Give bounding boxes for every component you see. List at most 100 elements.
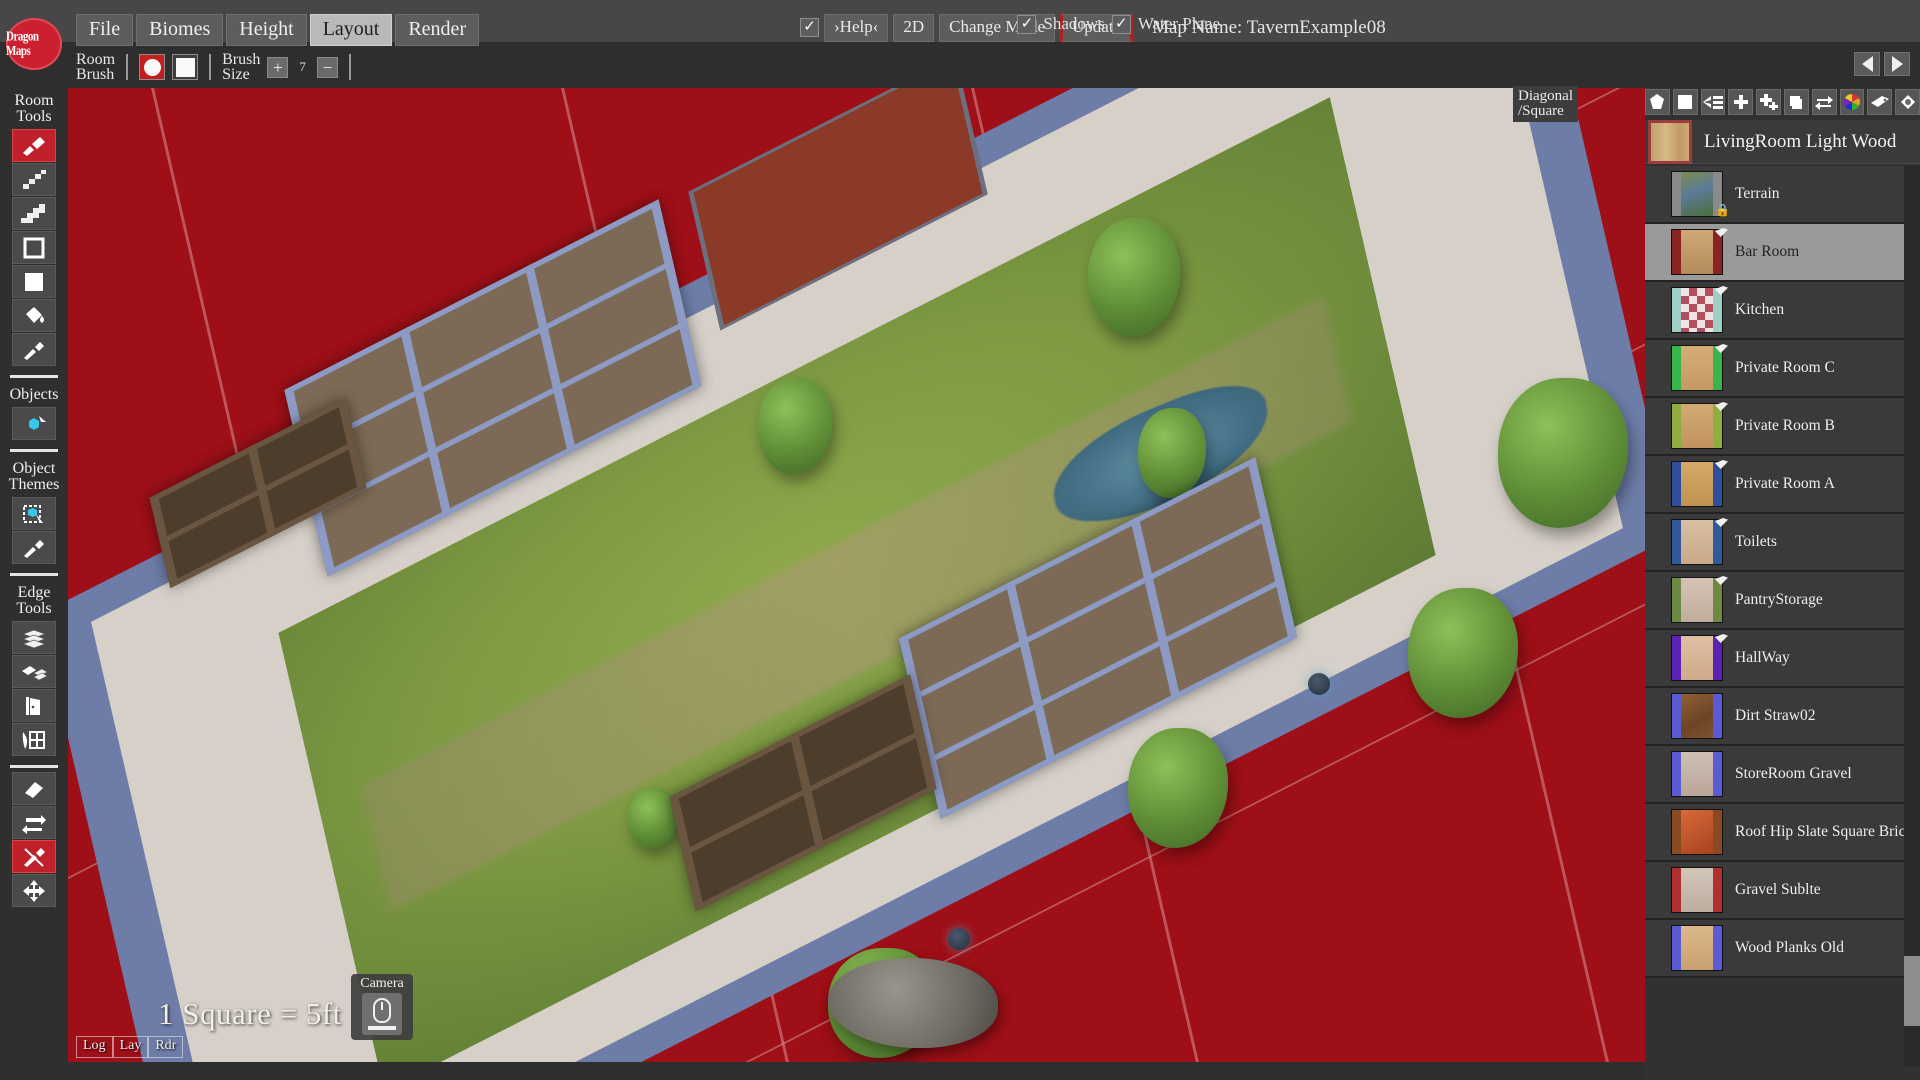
room-list-scrollbar[interactable] — [1904, 166, 1920, 1066]
object-themes-heading: Object Themes — [0, 456, 68, 497]
room-list-item[interactable]: Roof Hip Slate Square Brick — [1645, 804, 1920, 862]
back-to-list-icon[interactable] — [1700, 89, 1726, 115]
room-edge-color-left — [1672, 752, 1681, 796]
pan-move-tool[interactable] — [12, 874, 56, 907]
room-rect-outline-tool[interactable] — [12, 231, 56, 264]
room-list-item[interactable]: Terrain 🔒 — [1645, 166, 1920, 224]
add-copy-icon[interactable] — [1756, 89, 1781, 115]
room-edge-color-left — [1672, 810, 1681, 854]
brush-size-decrease-button[interactable]: − — [316, 56, 338, 78]
room-list-item[interactable]: Private Room B — [1645, 398, 1920, 456]
room-list[interactable]: Terrain 🔒 Bar Room Kitchen Private Room C Pri… — [1645, 166, 1920, 1066]
shadows-checkbox[interactable]: ✓ — [1017, 14, 1037, 34]
room-list-item[interactable]: Dirt Straw02 — [1645, 688, 1920, 746]
room-list-item[interactable]: Private Room A — [1645, 456, 1920, 514]
tab-log[interactable]: Log — [76, 1036, 113, 1058]
help-button[interactable]: ›Help‹ — [824, 14, 889, 42]
nav-next-button[interactable] — [1884, 52, 1910, 76]
object-theme-eyedropper-tool[interactable] — [12, 531, 56, 564]
room-thumbnail — [1671, 403, 1723, 449]
edge-swap-tool[interactable] — [12, 806, 56, 839]
edge-eraser-tool[interactable] — [12, 772, 56, 805]
room-edge-color-left — [1672, 346, 1681, 390]
room-name-label: Private Room B — [1735, 417, 1835, 434]
room-rect-fill-tool[interactable] — [12, 265, 56, 298]
edge-paint-tool[interactable] — [12, 655, 56, 688]
room-eyedropper-tool[interactable] — [12, 333, 56, 366]
room-texture-swatch — [1681, 752, 1713, 796]
brush-size-increase-button[interactable]: + — [267, 56, 289, 78]
room-edge-color-left — [1672, 172, 1681, 216]
menu-tab-biomes[interactable]: Biomes — [136, 14, 224, 46]
brush-size-label-line1: Brush — [222, 51, 261, 68]
selected-room-header[interactable]: LivingRoom Light Wood — [1645, 119, 1920, 164]
swap-icon[interactable] — [1811, 89, 1837, 115]
brush-shape-round-button[interactable] — [139, 54, 166, 80]
room-name-label: StoreRoom Gravel — [1735, 765, 1852, 782]
room-texture-swatch — [1681, 636, 1713, 680]
room-list-item[interactable]: PantryStorage — [1645, 572, 1920, 630]
selected-room-thumbnail — [1648, 119, 1692, 164]
room-texture-swatch — [1681, 868, 1713, 912]
lock-icon: 🔒 — [1715, 203, 1730, 217]
logo-label: Dragon Maps — [6, 29, 39, 59]
shape-square-icon[interactable] — [1672, 89, 1698, 115]
help-checkbox[interactable]: ✓ — [800, 18, 819, 38]
rail-divider — [10, 449, 58, 452]
map-viewport-3d[interactable]: 1 Square = 5ft Log Lay Rdr Camera — [68, 88, 1645, 1062]
menu-tab-layout[interactable]: Layout — [309, 14, 393, 46]
diagonal-square-toggle[interactable]: Diagonal /Square — [1513, 86, 1578, 122]
building-main-tavern — [898, 456, 1298, 820]
room-list-item[interactable]: StoreRoom Gravel — [1645, 746, 1920, 804]
room-bucket-fill-tool[interactable] — [12, 299, 56, 332]
brush-shape-square-button[interactable] — [172, 54, 199, 80]
room-list-scroll-thumb[interactable] — [1904, 956, 1920, 1026]
camera-control-widget[interactable]: Camera — [351, 974, 413, 1040]
viewport-bottom-tabs: Log Lay Rdr — [76, 1036, 184, 1058]
nav-prev-button[interactable] — [1854, 52, 1880, 76]
shape-diagonal-icon[interactable] — [1645, 89, 1670, 115]
room-list-item[interactable]: Wood Planks Old — [1645, 920, 1920, 978]
color-wheel-icon[interactable] — [1839, 89, 1865, 115]
duplicate-icon[interactable] — [1783, 89, 1809, 115]
view-2d-button[interactable]: 2D — [893, 14, 935, 42]
menu-tab-file[interactable]: File — [76, 14, 134, 46]
app-logo[interactable]: Dragon Maps — [6, 18, 62, 70]
tab-rdr[interactable]: Rdr — [148, 1036, 184, 1058]
room-stair-steps-tool[interactable] — [12, 163, 56, 196]
brush-size-label: Brush Size — [222, 51, 261, 83]
water-plane-checkbox[interactable]: ✓ — [1111, 14, 1131, 34]
water-plane-label: Water Plane — [1137, 14, 1220, 33]
object-themes-heading-line1: Object — [12, 460, 56, 477]
edge-wall-tool[interactable] — [12, 621, 56, 654]
object-place-tool[interactable] — [12, 407, 56, 440]
tab-lay[interactable]: Lay — [112, 1036, 149, 1058]
room-thumbnail — [1671, 345, 1723, 391]
room-edge-color-left — [1672, 404, 1681, 448]
edge-door-tool[interactable] — [12, 689, 56, 722]
edge-delete-tool[interactable] — [12, 840, 56, 873]
rail-divider — [10, 375, 58, 378]
room-list-item[interactable]: Toilets — [1645, 514, 1920, 572]
paint-bucket-icon[interactable] — [1895, 89, 1920, 115]
room-paint-brush-tool[interactable] — [12, 129, 56, 162]
room-name-label: Terrain — [1735, 185, 1780, 202]
object-theme-select-tool[interactable] — [12, 497, 56, 530]
menu-tab-render[interactable]: Render — [395, 14, 480, 46]
room-list-item[interactable]: Gravel Sublte — [1645, 862, 1920, 920]
room-brush-label-line2: Brush — [76, 66, 115, 83]
room-thumbnail — [1671, 751, 1723, 797]
diagonal-square-line2: /Square — [1518, 103, 1564, 119]
room-stair-wide-tool[interactable] — [12, 197, 56, 230]
tag-icon[interactable] — [1867, 89, 1893, 115]
room-list-item[interactable]: Kitchen — [1645, 282, 1920, 340]
building-walls — [150, 398, 367, 588]
room-list-item[interactable]: HallWay — [1645, 630, 1920, 688]
add-icon[interactable] — [1728, 89, 1754, 115]
room-list-item[interactable]: Private Room C — [1645, 340, 1920, 398]
menu-tab-height[interactable]: Height — [226, 14, 307, 46]
room-edge-color-left — [1672, 520, 1681, 564]
room-texture-swatch — [1681, 810, 1713, 854]
room-list-item[interactable]: Bar Room — [1645, 224, 1920, 282]
edge-window-tool[interactable] — [12, 723, 56, 756]
